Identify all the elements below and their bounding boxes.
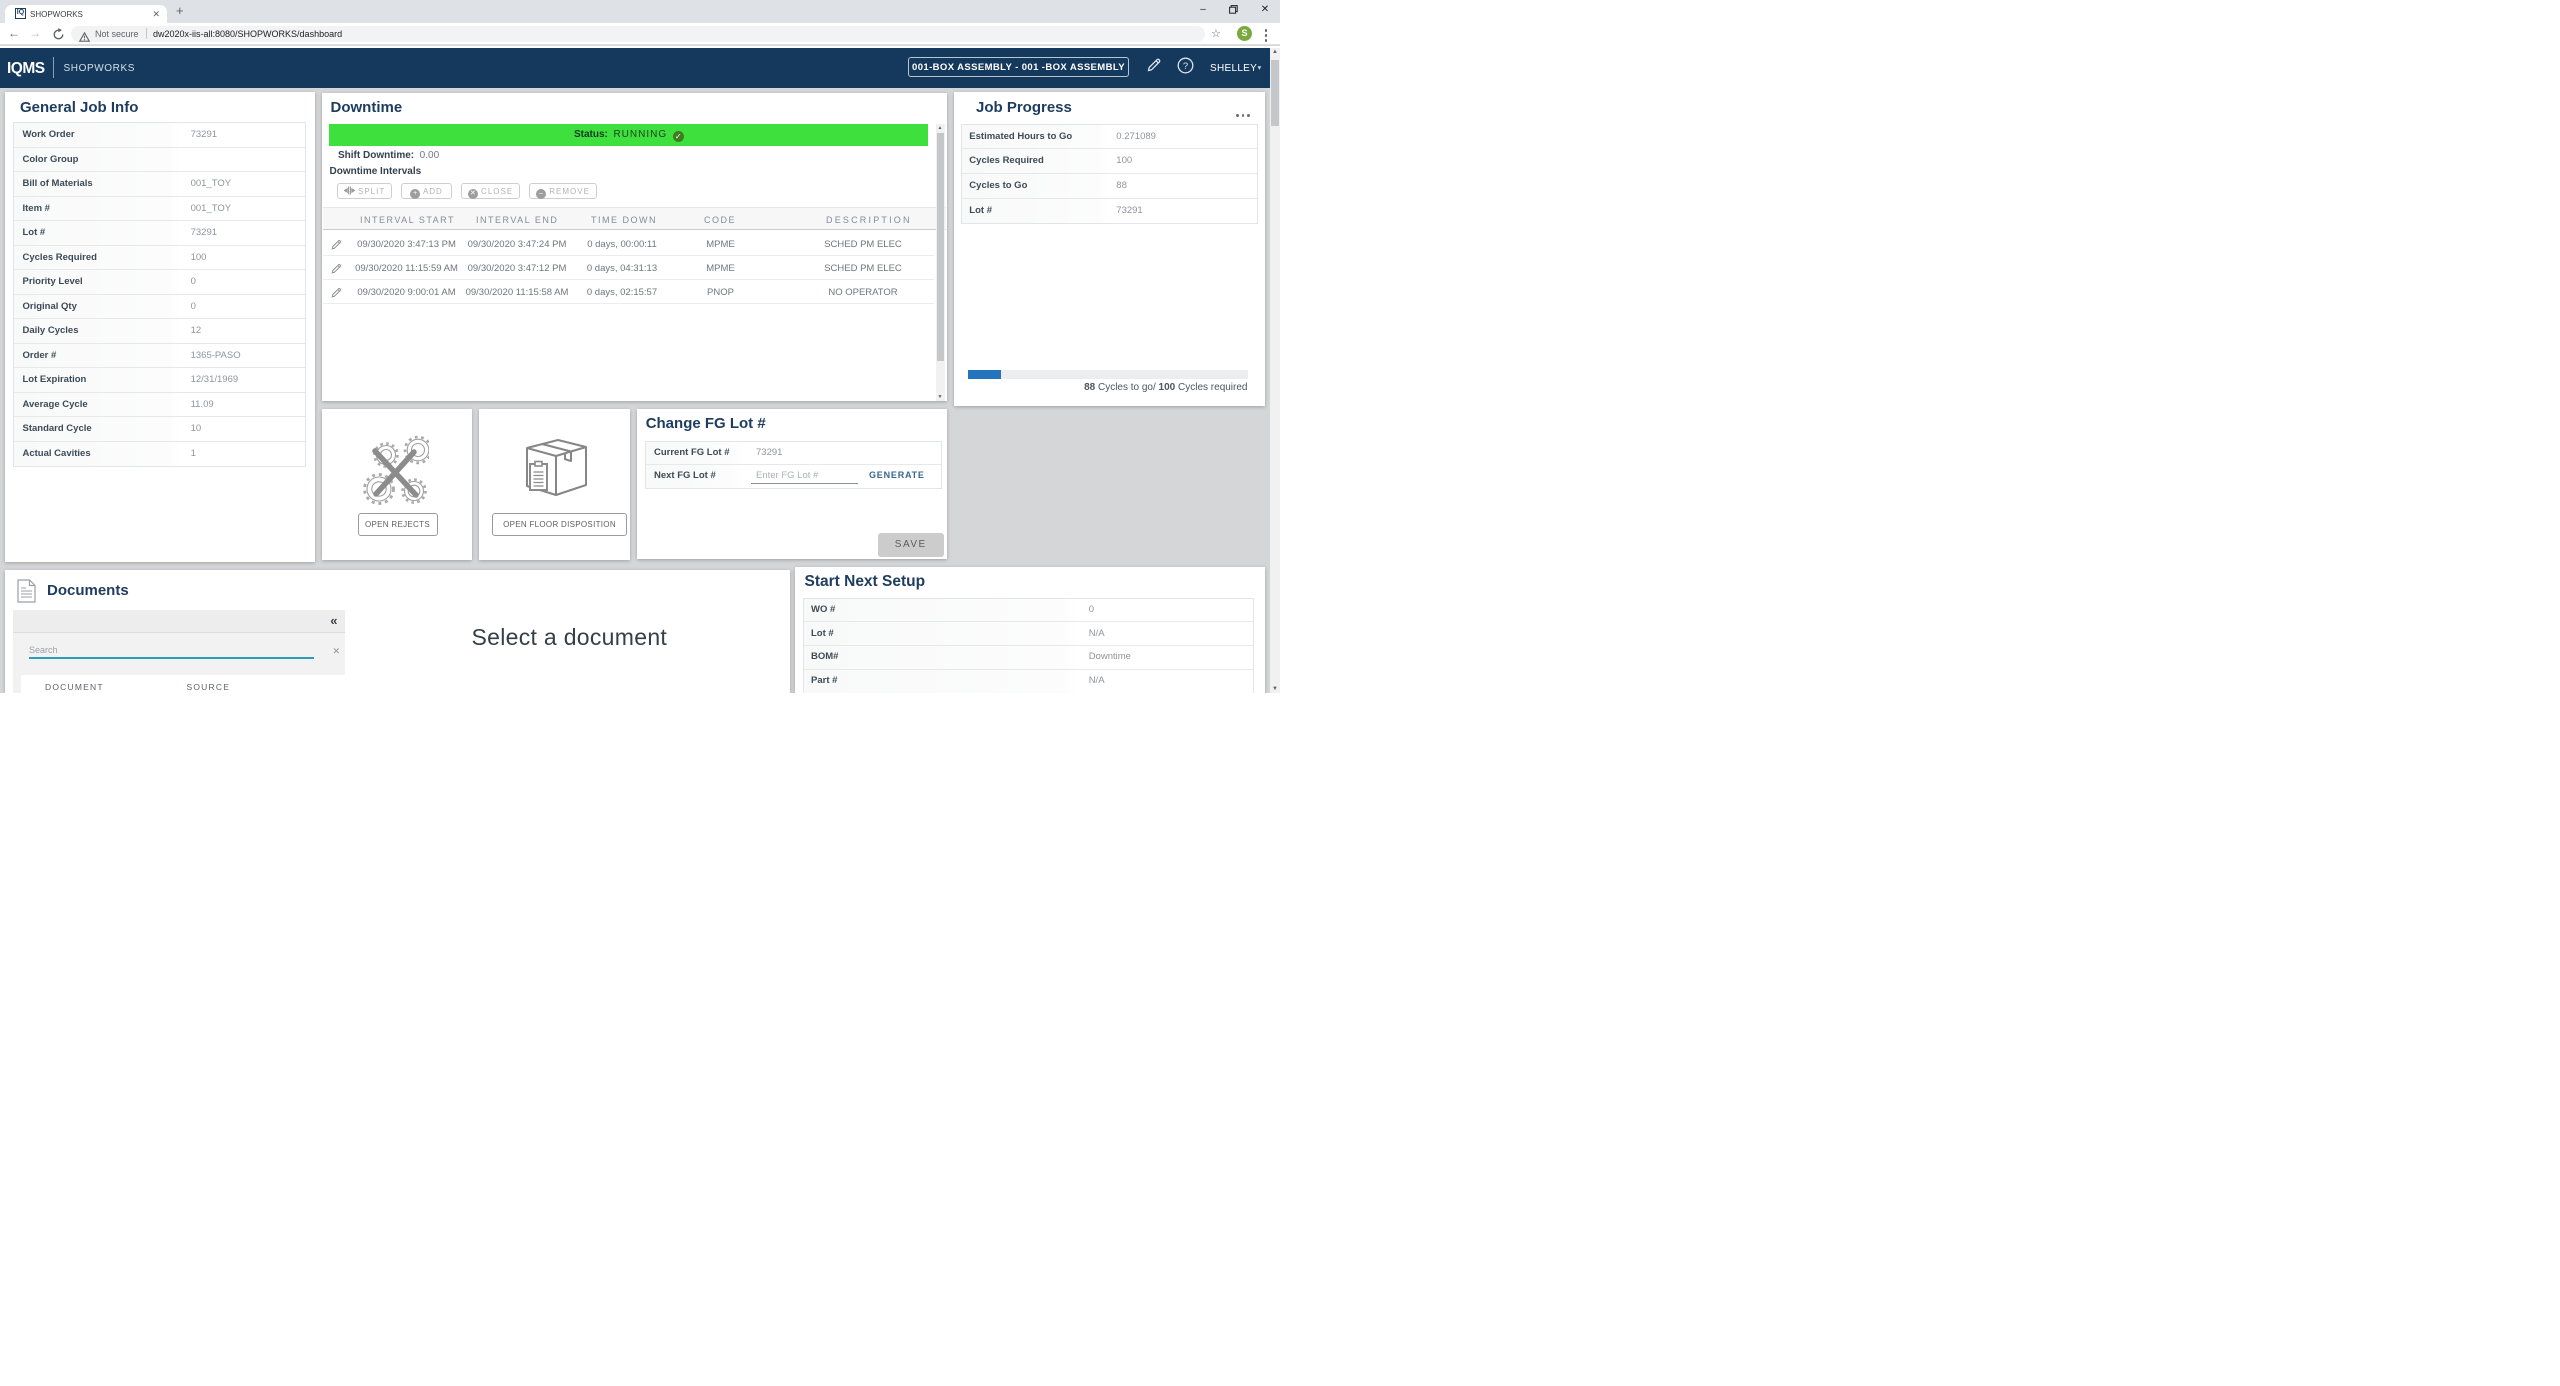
svg-text:?: ? bbox=[1183, 61, 1188, 72]
